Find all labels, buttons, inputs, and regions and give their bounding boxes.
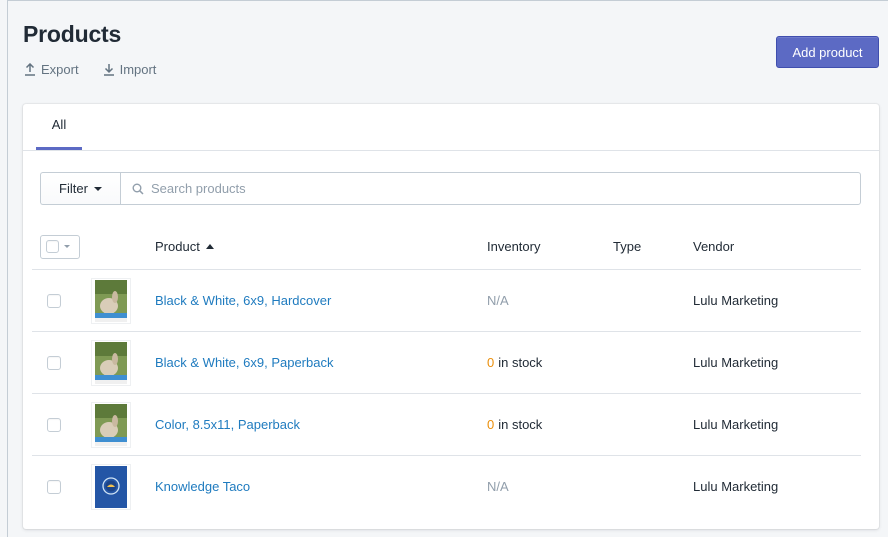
tab-bar: All [23,104,879,151]
row-checkbox[interactable] [47,479,61,494]
table-row[interactable]: Black & White, 6x9, Hardcover N/A Lulu M… [32,270,861,332]
inventory-cell: 0 in stock [487,394,542,455]
vendor-value: Lulu Marketing [693,293,779,308]
row-checkbox-cell [47,394,61,455]
product-thumbnail[interactable] [91,401,131,448]
thumbnail-cell [91,394,131,455]
search-icon [132,183,144,195]
vendor-cell: Lulu Marketing [693,456,778,517]
inventory-suffix: in stock [498,417,543,432]
inventory-value: N/A [487,293,509,308]
inventory-cell: 0 in stock [487,332,542,393]
product-link[interactable]: Knowledge Taco [155,479,250,494]
search-field[interactable] [120,172,861,205]
product-link[interactable]: Color, 8.5x11, Paperback [155,417,300,432]
export-icon [25,63,35,76]
inventory-cell: N/A [487,456,509,517]
vendor-column-header: Vendor [693,224,734,269]
row-checkbox[interactable] [47,293,61,308]
product-name-cell: Black & White, 6x9, Paperback [155,332,333,393]
filter-button[interactable]: Filter [40,172,120,205]
export-button[interactable]: Export [24,62,79,77]
table-row[interactable]: Knowledge Taco N/A Lulu Marketing [32,456,861,517]
inventory-suffix: in stock [498,355,543,370]
export-label: Export [41,62,79,77]
rabbit-cover-image [95,341,127,384]
row-checkbox-cell [47,456,61,517]
import-icon [103,64,114,76]
table-header-row: Product Inventory Type Vendor [32,224,861,270]
products-table: Product Inventory Type Vendor Black & Wh… [23,224,861,517]
row-checkbox-cell [47,270,61,331]
import-button[interactable]: Import [103,62,157,77]
filter-bar: Filter [40,172,861,205]
window-top-border [7,0,888,1]
product-thumbnail[interactable] [91,277,131,324]
page-actions: Export Import [24,62,156,77]
add-product-button[interactable]: Add product [776,36,879,68]
thumbnail-cell [91,332,131,393]
sort-ascending-icon [205,244,214,249]
blue-taco-cover-image [95,465,127,508]
row-checkbox[interactable] [47,417,61,432]
inventory-value: N/A [487,479,509,494]
bulk-select-dropdown[interactable] [40,234,80,259]
vendor-value: Lulu Marketing [693,417,779,432]
table-row[interactable]: Color, 8.5x11, Paperback 0 in stock Lulu… [32,394,861,456]
product-column-header[interactable]: Product [155,224,214,269]
inventory-cell: N/A [487,270,509,331]
product-link[interactable]: Black & White, 6x9, Paperback [155,355,333,370]
chevron-down-icon [64,245,70,248]
product-thumbnail[interactable] [91,339,131,386]
thumbnail-cell [91,456,131,517]
select-all-checkbox[interactable] [46,240,59,253]
filter-label: Filter [59,181,88,196]
product-name-cell: Knowledge Taco [155,456,250,517]
window-left-border [7,0,8,537]
bulk-select-cell [40,224,80,269]
rabbit-cover-image [95,279,127,322]
vendor-cell: Lulu Marketing [693,394,778,455]
vendor-cell: Lulu Marketing [693,270,778,331]
product-thumbnail[interactable] [91,463,131,510]
inventory-column-label: Inventory [487,239,541,254]
rabbit-cover-image [95,403,127,446]
inventory-count: 0 [487,355,495,370]
tab-all[interactable]: All [36,104,82,150]
product-name-cell: Color, 8.5x11, Paperback [155,394,300,455]
product-link[interactable]: Black & White, 6x9, Hardcover [155,293,331,308]
vendor-column-label: Vendor [693,239,735,254]
chevron-down-icon [93,187,102,191]
type-column-header: Type [613,224,641,269]
row-checkbox-cell [47,332,61,393]
thumbnail-cell [91,270,131,331]
vendor-cell: Lulu Marketing [693,332,778,393]
row-checkbox[interactable] [47,355,61,370]
products-card: All Filter Product [23,104,879,529]
product-column-label: Product [155,239,200,254]
product-name-cell: Black & White, 6x9, Hardcover [155,270,331,331]
search-input[interactable] [151,181,860,196]
vendor-value: Lulu Marketing [693,479,779,494]
inventory-column-header: Inventory [487,224,540,269]
table-row[interactable]: Black & White, 6x9, Paperback 0 in stock… [32,332,861,394]
import-label: Import [119,62,157,77]
type-column-label: Type [613,239,642,254]
inventory-count: 0 [487,417,495,432]
page-title: Products [23,21,122,47]
vendor-value: Lulu Marketing [693,355,779,370]
